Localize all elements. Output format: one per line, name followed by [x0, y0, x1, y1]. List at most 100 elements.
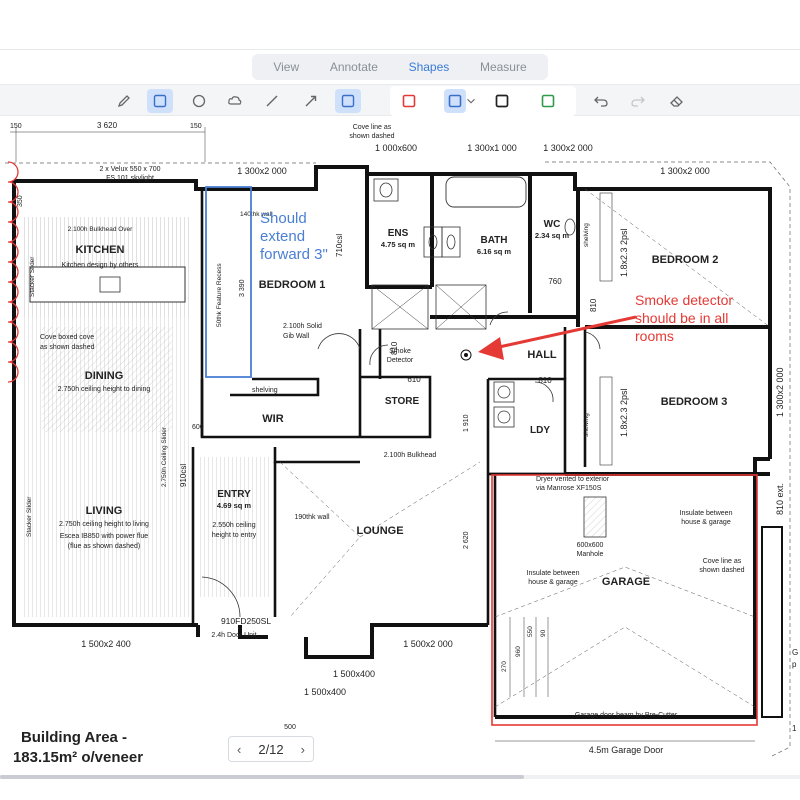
fill-color-blue-button[interactable]	[444, 89, 466, 113]
black-square-icon	[495, 94, 509, 108]
undo-button[interactable]	[588, 89, 614, 113]
rectangle-tool-button[interactable]	[147, 89, 173, 113]
window-1500x400-b: 1 500x400	[304, 687, 346, 697]
bedroom-1-label: BEDROOM 1	[259, 279, 326, 291]
color-dropdown-button[interactable]	[464, 89, 478, 113]
floor-plan-canvas[interactable]: 150 3 620 150 2 x Velux 550 x 700 FS 101…	[0, 117, 800, 777]
mode-tabs: View Annotate Shapes Measure	[252, 54, 548, 80]
dim-500: 500	[284, 724, 296, 731]
color-black-button[interactable]	[489, 89, 515, 113]
bedroom-3-label: BEDROOM 3	[661, 396, 728, 408]
page-navigator: ‹ 2/12 ›	[228, 736, 314, 762]
cove-garage-label-2: shown dashed	[699, 567, 744, 574]
lounge-label: LOUNGE	[356, 525, 403, 537]
side-label-1: 1	[792, 724, 797, 733]
arrow-tool-button[interactable]	[298, 89, 324, 113]
cloud-tool-button[interactable]	[222, 89, 248, 113]
side-label-p: p	[792, 660, 797, 669]
living-note-2: Escea IB850 with power flue	[60, 533, 148, 540]
pen-tool-button[interactable]	[111, 89, 137, 113]
wc-area: 2.34 sq m	[535, 231, 570, 240]
dim-810-hall-right: 810	[589, 298, 598, 312]
manhole-label-2: Manhole	[577, 551, 604, 558]
redo-icon	[631, 96, 645, 107]
footer-area	[0, 779, 800, 800]
cove-top-label: Cove line as	[353, 124, 392, 131]
red-square-icon	[402, 94, 416, 108]
page-indicator: 2/12	[258, 741, 284, 757]
dining-label: DINING	[85, 370, 124, 382]
red-note-line-1: Smoke detector	[635, 292, 733, 308]
ext-810: 810 ext.	[775, 483, 785, 515]
window-1500x2000: 1 500x2 000	[403, 639, 453, 649]
shapes-toolbar	[0, 84, 800, 116]
floor-plan-drawing: 150 3 620 150 2 x Velux 550 x 700 FS 101…	[5, 121, 798, 766]
prev-page-icon[interactable]: ‹	[237, 742, 241, 757]
shelving-wir-label: shelving	[252, 387, 278, 394]
window-1500x400-a: 1 500x400	[333, 669, 375, 679]
manhole-label: 600x600	[577, 542, 604, 549]
window-1300x2000-bed2: 1 300x2 000	[660, 166, 710, 176]
line-tool-button[interactable]	[259, 89, 285, 113]
next-page-icon[interactable]: ›	[301, 742, 305, 757]
redo-button[interactable]	[625, 89, 651, 113]
dim-810-hall-bottom: 810	[538, 376, 552, 385]
entry-area: 4.69 sq m	[217, 501, 252, 510]
dim-3620: 3 620	[97, 121, 118, 130]
store-label: STORE	[385, 396, 420, 407]
tab-measure[interactable]: Measure	[474, 56, 533, 78]
blue-square-icon	[448, 94, 462, 108]
stroke-color-red-button[interactable]	[396, 89, 422, 113]
insulate-label-b: Insulate between	[680, 510, 733, 517]
ens-area: 4.75 sq m	[381, 240, 416, 249]
color-green-button[interactable]	[535, 89, 561, 113]
window-1300x1000: 1 300x1 000	[467, 143, 517, 153]
dim-150-right: 150	[190, 123, 202, 130]
insulate-label-a-2: house & garage	[528, 579, 578, 586]
garage-label: GARAGE	[602, 576, 650, 588]
shelving-b3-label: shelving	[583, 413, 590, 437]
dim-150-left: 150	[10, 123, 22, 130]
garage-beam-label: Garage door beam by Pre-Cutter	[575, 712, 678, 719]
circle-tool-button[interactable]	[186, 89, 212, 113]
filled-rectangle-tool-button[interactable]	[335, 89, 361, 113]
dim-90: 90	[540, 629, 547, 637]
window-b2: 1.8x2.3 2psl	[619, 228, 629, 277]
circle-icon	[192, 94, 206, 108]
dryer-label: Dryer vented to exterior	[536, 476, 610, 483]
blue-note-line-2: extend	[260, 228, 305, 245]
living-label: LIVING	[86, 505, 123, 517]
ldy-label: LDY	[530, 425, 550, 436]
tab-shapes[interactable]: Shapes	[403, 56, 456, 78]
building-area-label: Building Area -	[21, 729, 127, 746]
dim-270: 270	[501, 661, 508, 672]
side-label-g: G	[792, 648, 798, 657]
red-arrow-annotation	[478, 315, 637, 360]
cove-top-label-2: shown dashed	[349, 133, 394, 140]
dim-600: 600	[192, 424, 204, 431]
bath-label: BATH	[480, 235, 507, 246]
window-1500x2400: 1 500x2 400	[81, 639, 131, 649]
tab-view[interactable]: View	[267, 56, 305, 78]
cove-garage-label: Cove line as	[703, 558, 742, 565]
green-square-icon	[541, 94, 555, 108]
window-1000x600: 1 000x600	[375, 143, 417, 153]
wall-190-label: 190thk wall	[294, 514, 329, 521]
dim-710: 710csl	[335, 234, 344, 257]
feature-recess-label: 50thk Feature Recess	[216, 263, 223, 327]
entry-note-2: height to entry	[212, 532, 257, 539]
tab-annotate[interactable]: Annotate	[324, 56, 384, 78]
entry-door-label: 910FD250SL	[221, 616, 271, 626]
entry-note: 2.550h ceiling	[212, 522, 255, 529]
bulkhead-hall-label: 2.100h Bulkhead	[384, 452, 437, 459]
entry-label: ENTRY	[217, 489, 251, 500]
window-1300x2000-b3: 1 300x2 000	[775, 367, 785, 417]
dim-910: 910csl	[179, 464, 188, 487]
smoke-detector-label-2: Detector	[387, 357, 414, 364]
window-1300x2000-top: 1 300x2 000	[543, 143, 593, 153]
interior-walls	[191, 189, 770, 717]
eraser-button[interactable]	[664, 89, 690, 113]
kitchen-bulkhead-label: 2.100h Bulkhead Over	[68, 226, 134, 233]
living-note: 2.750h ceiling height to living	[59, 521, 149, 528]
window-1300x2000-bed1: 1 300x2 000	[237, 166, 287, 176]
